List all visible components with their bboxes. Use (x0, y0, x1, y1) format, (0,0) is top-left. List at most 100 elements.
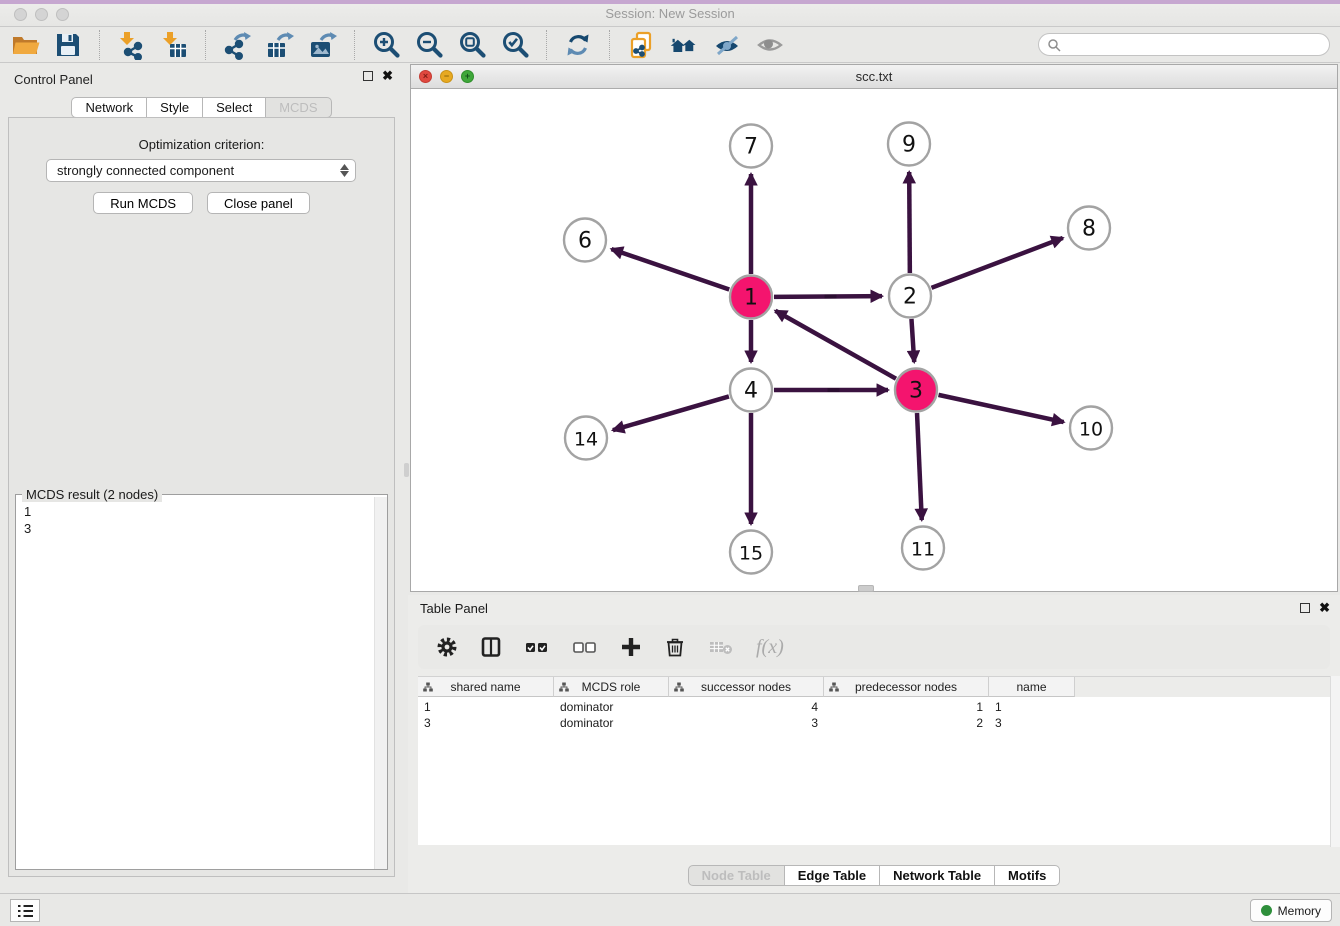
table-row[interactable]: 1dominator411 (418, 699, 1338, 715)
network-view-window: × − + scc.txt 7 9 6 8 1 2 4 3 14 10 15 11 (410, 64, 1338, 592)
result-scrollbar[interactable] (374, 497, 387, 869)
memory-button[interactable]: Memory (1250, 899, 1332, 922)
column-header-name[interactable]: name (989, 677, 1075, 697)
node-label: 15 (739, 543, 763, 565)
mcds-result-list[interactable]: 13 (16, 497, 374, 869)
edge-label (828, 388, 840, 392)
graph-edge-2-8[interactable] (932, 238, 1063, 288)
table-scrollbar[interactable] (1330, 676, 1340, 847)
graph-node-1[interactable]: 1 (730, 276, 772, 319)
tab-network[interactable]: Network (71, 97, 147, 118)
toolbar-separator (354, 30, 355, 60)
network-resize-handle[interactable] (858, 585, 874, 592)
tab-node-table[interactable]: Node Table (688, 865, 785, 886)
hide-selected-icon[interactable] (712, 30, 742, 60)
graph-node-14[interactable]: 14 (565, 417, 607, 460)
network-graph[interactable]: 7 9 6 8 1 2 4 3 14 10 15 11 (411, 89, 1337, 591)
graph-edge-3-1[interactable] (775, 311, 896, 379)
deselect-all-icon[interactable] (572, 636, 598, 658)
tab-motifs[interactable]: Motifs (995, 865, 1060, 886)
search-icon (1047, 38, 1061, 52)
zoom-selected-icon[interactable] (500, 30, 530, 60)
delete-column-icon[interactable] (664, 636, 686, 658)
show-all-icon[interactable] (755, 30, 785, 60)
graph-node-10[interactable]: 10 (1070, 407, 1112, 450)
tab-select[interactable]: Select (203, 97, 266, 118)
node-label: 7 (744, 135, 758, 160)
table-cell[interactable]: dominator (554, 699, 669, 715)
close-table-panel-icon[interactable]: ✖ (1319, 603, 1330, 613)
graph-node-8[interactable]: 8 (1068, 207, 1110, 250)
criterion-select[interactable]: strongly connected component (46, 159, 356, 182)
node-label: 3 (909, 379, 923, 404)
graph-node-11[interactable]: 11 (902, 527, 944, 570)
graph-edge-2-3[interactable] (911, 319, 914, 362)
node-label: 2 (903, 285, 917, 310)
first-neighbors-icon[interactable] (669, 30, 699, 60)
tab-mcds[interactable]: MCDS (266, 97, 331, 118)
clone-network-icon[interactable] (626, 30, 656, 60)
mcds-result-item[interactable]: 1 (24, 503, 374, 520)
window-titlebar: Session: New Session (0, 0, 1340, 27)
graph-node-15[interactable]: 15 (730, 531, 772, 574)
export-table-icon[interactable] (265, 30, 295, 60)
search-input[interactable] (1066, 37, 1321, 53)
tab-network-table[interactable]: Network Table (880, 865, 995, 886)
graph-node-3[interactable]: 3 (895, 369, 937, 412)
tab-edge-table[interactable]: Edge Table (785, 865, 880, 886)
graph-node-4[interactable]: 4 (730, 369, 772, 412)
table-cell[interactable]: 2 (824, 715, 989, 731)
mcds-result-item[interactable]: 3 (24, 520, 374, 537)
search-box[interactable] (1038, 33, 1330, 56)
close-panel-icon[interactable]: ✖ (382, 71, 393, 81)
column-header-successor-nodes[interactable]: successor nodes (669, 677, 824, 697)
memory-label: Memory (1278, 904, 1321, 918)
refresh-icon[interactable] (563, 30, 593, 60)
graph-edge-3-10[interactable] (938, 395, 1063, 422)
table-row[interactable]: 3dominator323 (418, 715, 1338, 731)
task-history-button[interactable] (10, 899, 40, 922)
node-label: 8 (1082, 217, 1096, 242)
column-header-shared-name[interactable]: shared name (418, 677, 554, 697)
graph-edge-4-14[interactable] (613, 396, 729, 430)
import-table-icon[interactable] (159, 30, 189, 60)
graph-node-7[interactable]: 7 (730, 125, 772, 168)
graph-node-2[interactable]: 2 (889, 275, 931, 318)
table-cell[interactable]: 3 (989, 715, 1075, 731)
add-column-icon[interactable] (620, 636, 642, 658)
graph-node-6[interactable]: 6 (564, 219, 606, 262)
column-header-MCDS-role[interactable]: MCDS role (554, 677, 669, 697)
network-canvas[interactable]: 7 9 6 8 1 2 4 3 14 10 15 11 (411, 89, 1337, 591)
column-header-predecessor-nodes[interactable]: predecessor nodes (824, 677, 989, 697)
node-label: 11 (911, 539, 935, 561)
tab-style[interactable]: Style (147, 97, 203, 118)
save-session-icon[interactable] (53, 30, 83, 60)
run-mcds-button[interactable]: Run MCDS (93, 192, 193, 214)
graph-edge-3-11[interactable] (917, 413, 922, 520)
table-cell[interactable]: 4 (669, 699, 824, 715)
zoom-out-icon[interactable] (414, 30, 444, 60)
float-panel-icon[interactable] (363, 71, 373, 81)
float-table-panel-icon[interactable] (1300, 603, 1310, 613)
show-columns-icon[interactable] (480, 636, 502, 658)
zoom-fit-icon[interactable] (457, 30, 487, 60)
table-cell[interactable]: 1 (418, 699, 554, 715)
import-network-icon[interactable] (116, 30, 146, 60)
zoom-in-icon[interactable] (371, 30, 401, 60)
table-cell[interactable]: 1 (824, 699, 989, 715)
graph-edge-2-9[interactable] (909, 172, 910, 273)
splitter-handle[interactable] (404, 463, 409, 477)
table-cell[interactable]: 3 (418, 715, 554, 731)
graph-edge-1-6[interactable] (611, 249, 729, 289)
select-all-icon[interactable] (524, 636, 550, 658)
table-cell[interactable]: dominator (554, 715, 669, 731)
table-cell[interactable]: 1 (989, 699, 1075, 715)
network-window-titlebar[interactable]: × − + scc.txt (411, 65, 1337, 89)
graph-node-9[interactable]: 9 (888, 123, 930, 166)
open-session-icon[interactable] (10, 30, 40, 60)
export-network-icon[interactable] (222, 30, 252, 60)
table-cell[interactable]: 3 (669, 715, 824, 731)
close-panel-button[interactable]: Close panel (207, 192, 310, 214)
export-image-icon[interactable] (308, 30, 338, 60)
table-settings-icon[interactable] (436, 636, 458, 658)
